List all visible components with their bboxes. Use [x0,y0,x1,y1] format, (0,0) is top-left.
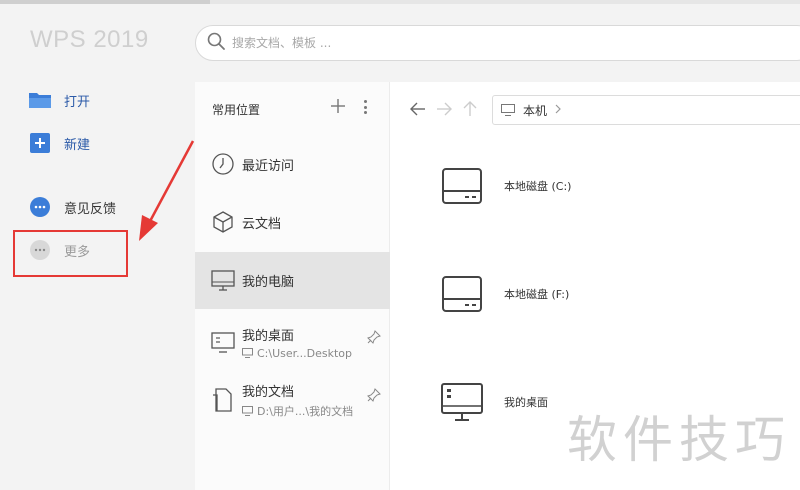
pin-icon[interactable] [367,388,381,406]
watermark: 软件技巧 [567,411,791,469]
monitor-icon [501,104,515,116]
place-desktop-label: 我的桌面 [242,328,295,344]
back-arrow-icon[interactable] [405,100,431,118]
places-header: 常用位置 [195,82,389,136]
place-documents-text: 我的文档 D:\用户...\我的文档 [242,381,353,419]
more-vertical-icon[interactable] [361,100,369,114]
app-title: WPS 2019 [30,26,149,53]
nav-open-label: 打开 [64,94,91,110]
annotation-arrow-icon [139,140,195,241]
hard-drive-icon [440,164,484,208]
place-documents[interactable]: 我的文档 D:\用户...\我的文档 [195,378,390,422]
place-desktop-text: 我的桌面 C:\User...Desktop [242,325,352,360]
up-arrow-icon[interactable] [457,100,483,118]
breadcrumb-location[interactable]: 本机 [523,102,547,119]
nav-buttons [405,100,483,118]
search-bar[interactable] [195,25,800,61]
desktop-folder-icon [440,380,484,424]
cube-icon [210,209,236,235]
search-icon [206,31,226,55]
drive-item[interactable]: 本地磁盘 (C:) [440,164,571,208]
place-documents-path-row: D:\用户...\我的文档 [242,403,353,419]
place-recent[interactable]: 最近访问 [195,146,390,182]
hard-drive-icon [440,272,484,316]
monitor-small-icon [242,406,253,416]
folder-icon [28,89,52,111]
monitor-small-icon [242,348,253,358]
clock-icon [210,151,236,177]
nav-feedback-label: 意见反馈 [64,201,117,217]
nav-feedback[interactable]: 意见反馈 [28,196,116,218]
drive-label: 本地磁盘 (F:) [504,288,570,301]
top-strip-segment [0,0,210,4]
computer-icon [210,268,236,294]
forward-arrow-icon[interactable] [431,100,457,118]
nav-open[interactable]: 打开 [28,89,90,111]
place-computer-label: 我的电脑 [242,275,295,290]
place-documents-path: D:\用户...\我的文档 [257,405,354,418]
place-computer[interactable]: 我的电脑 [195,252,390,309]
drive-label: 本地磁盘 (C:) [504,180,572,193]
top-strip [0,0,800,4]
breadcrumb[interactable]: 本机 [492,95,800,125]
drive-item[interactable]: 我的桌面 [440,380,548,424]
chevron-right-icon[interactable] [555,103,561,117]
drive-item[interactable]: 本地磁盘 (F:) [440,272,569,316]
nav-new[interactable]: 新建 [28,132,90,154]
add-place-icon[interactable] [330,98,346,114]
place-desktop-path: C:\User...Desktop [257,346,353,360]
desktop-icon [210,329,236,355]
pin-icon[interactable] [367,330,381,348]
places-header-label: 常用位置 [212,102,261,117]
plus-square-icon [28,132,52,154]
document-icon [210,387,236,413]
nav-new-label: 新建 [64,137,91,153]
places-panel: 常用位置 最近访问 云文档 我的电脑 我的桌面 C:\User...Deskto… [195,82,390,490]
chat-bubble-icon [28,196,52,218]
place-recent-label: 最近访问 [242,158,295,174]
drive-label: 我的桌面 [504,396,548,409]
place-cloud[interactable]: 云文档 [195,204,390,240]
search-input[interactable] [232,36,632,50]
place-desktop[interactable]: 我的桌面 C:\User...Desktop [195,320,390,364]
highlight-box [13,230,128,277]
place-desktop-path-row: C:\User...Desktop [242,347,352,360]
place-documents-label: 我的文档 [242,385,295,400]
place-cloud-label: 云文档 [242,216,282,232]
